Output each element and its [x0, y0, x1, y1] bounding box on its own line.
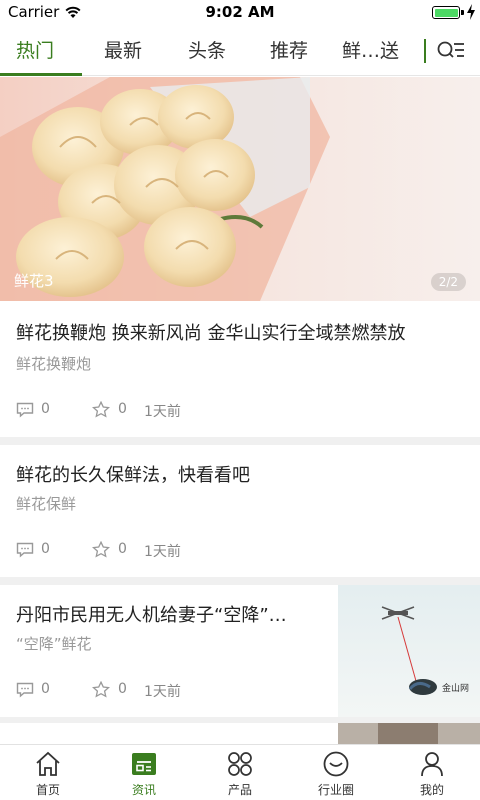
- tab-hot[interactable]: 热门: [16, 36, 54, 63]
- home-icon: [36, 751, 60, 776]
- article-card[interactable]: 鲜花换鞭炮 换来新风尚 金华山实行全域禁燃禁放 鲜花换鞭炮 0 0 1天前: [0, 301, 480, 437]
- article-meta: 0 0 1天前: [16, 401, 216, 421]
- nav-label: 产品: [227, 783, 252, 797]
- nav-label: 资讯: [131, 783, 156, 797]
- nav-label: 首页: [35, 783, 60, 797]
- banner-flower-image: [0, 77, 480, 301]
- article-title: 鲜花的长久保鲜法，快看看吧: [16, 465, 250, 486]
- user-icon: [421, 752, 443, 777]
- tab-recommended[interactable]: 推荐: [270, 36, 308, 63]
- status-bar: Carrier 9:02 AM: [0, 0, 480, 26]
- article-time: 1天前: [144, 684, 181, 700]
- nav-industry[interactable]: 行业圈: [288, 745, 384, 800]
- article-thumbnail: 金山网: [338, 585, 480, 717]
- tab-latest[interactable]: 最新: [104, 36, 142, 63]
- battery-icon: [432, 6, 460, 19]
- banner-caption: 鲜花3: [14, 272, 54, 290]
- banner-carousel[interactable]: 鲜花3 2/2: [0, 77, 480, 301]
- clock: 9:02 AM: [205, 3, 275, 21]
- nav-label: 我的: [419, 783, 444, 797]
- article-title: 鲜花换鞭炮 换来新风尚 金华山实行全域禁燃禁放: [16, 323, 406, 344]
- article-title: 丹阳市民用无人机给妻子“空降”…: [16, 605, 287, 626]
- comment-icon: [16, 402, 34, 418]
- svg-text:金山网: 金山网: [442, 682, 469, 694]
- article-tag: “空降”鲜花: [16, 635, 92, 653]
- article-card[interactable]: 鲜花的长久保鲜法，快看看吧 鲜花保鲜 0 0 1天前: [0, 445, 480, 577]
- active-tab-indicator: [0, 73, 82, 76]
- comment-icon: [16, 542, 34, 558]
- smile-icon: [323, 751, 349, 777]
- nav-home[interactable]: 首页: [0, 745, 96, 800]
- like-count: 0: [118, 681, 127, 697]
- article-tag: 鲜花换鞭炮: [16, 355, 92, 373]
- tab-headlines[interactable]: 头条: [188, 36, 226, 63]
- nav-news[interactable]: 资讯: [96, 745, 192, 800]
- article-meta: 0 0 1天前: [16, 541, 216, 561]
- article-tag: 鲜花保鲜: [16, 495, 77, 513]
- comment-icon: [16, 682, 34, 698]
- grid-icon: [228, 752, 252, 776]
- article-meta: 0 0 1天前: [16, 681, 216, 701]
- article-time: 1天前: [144, 404, 181, 420]
- star-icon: [92, 401, 110, 418]
- comment-count: 0: [41, 681, 50, 697]
- star-icon: [92, 541, 110, 558]
- like-count: 0: [118, 541, 127, 557]
- category-tabs: 热门 最新 头条 推荐 鲜…送: [0, 26, 480, 76]
- banner-page-indicator: 2/2: [430, 273, 466, 291]
- comment-count: 0: [41, 401, 50, 417]
- charging-icon: [467, 4, 475, 20]
- bottom-nav: 首页 资讯 产品 行业圈 我的: [0, 744, 480, 800]
- news-icon: [132, 753, 156, 775]
- comment-count: 0: [41, 541, 50, 557]
- search-menu-icon[interactable]: [436, 37, 466, 65]
- nav-profile[interactable]: 我的: [384, 745, 480, 800]
- like-count: 0: [118, 401, 127, 417]
- nav-products[interactable]: 产品: [192, 745, 288, 800]
- tab-divider: [424, 39, 426, 63]
- article-card[interactable]: 丹阳市民用无人机给妻子“空降”… “空降”鲜花 0 0 1天前 金山网: [0, 585, 480, 717]
- tab-flower-delivery[interactable]: 鲜…送: [342, 36, 399, 63]
- nav-label: 行业圈: [317, 783, 354, 797]
- article-thumbnail: [338, 723, 480, 744]
- article-time: 1天前: [144, 544, 181, 560]
- star-icon: [92, 681, 110, 698]
